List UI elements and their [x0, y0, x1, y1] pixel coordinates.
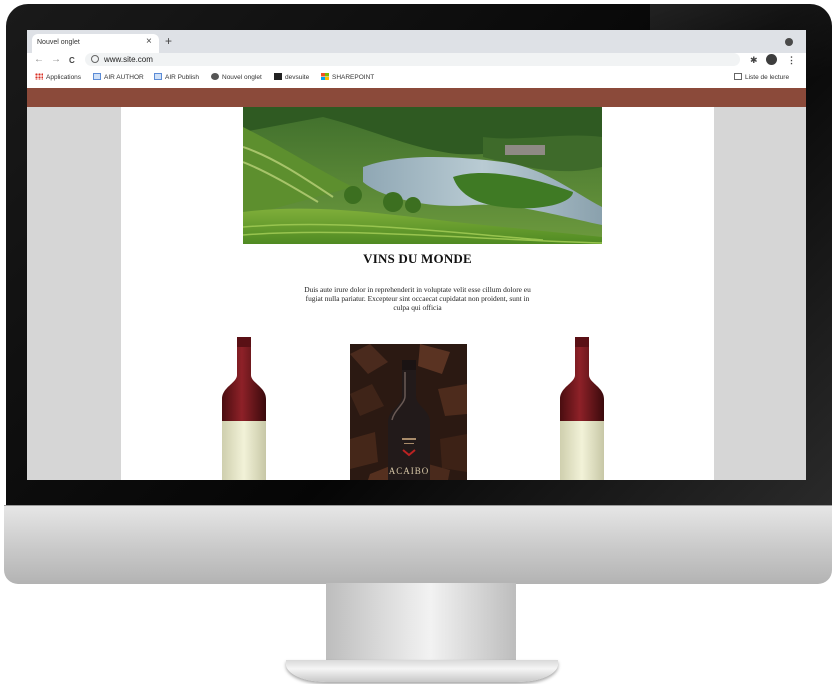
wine-bottle-photo — [350, 344, 467, 480]
reading-list-icon — [734, 73, 742, 80]
vineyard-river-illustration — [243, 107, 602, 244]
monitor-chin — [4, 505, 832, 584]
web-page: VINS DU MONDE Duis aute irure dolor in r… — [27, 88, 806, 480]
browser-tab-bar: Nouvel onglet × + — [27, 30, 806, 53]
apps-icon — [35, 73, 43, 80]
monitor-stand-foot — [286, 660, 558, 682]
header-banner — [27, 88, 806, 107]
globe-icon — [211, 73, 219, 80]
content-column: VINS DU MONDE Duis aute irure dolor in r… — [121, 107, 714, 480]
reading-list-button[interactable]: Liste de lecture — [734, 73, 789, 82]
wine-bottle-center[interactable]: ACAIBO — [350, 344, 467, 480]
air-publish-icon — [154, 73, 162, 80]
bookmark-nouvel-onglet[interactable]: Nouvel onglet — [211, 73, 262, 82]
product-label: ACAIBO — [388, 466, 430, 476]
bookmark-air-author[interactable]: AIR AUTHOR — [93, 73, 144, 82]
bookmark-air-publish[interactable]: AIR Publish — [154, 73, 199, 82]
red-wine-bottle-left[interactable] — [219, 337, 269, 480]
wine-bottle-icon — [222, 337, 266, 480]
profile-avatar[interactable] — [766, 54, 777, 65]
bookmark-devsuite[interactable]: devsuite — [274, 73, 309, 82]
monitor-stand-neck — [326, 583, 516, 665]
bookmarks-bar: Applications AIR AUTHOR AIR Publish Nouv… — [27, 68, 806, 89]
forward-button[interactable]: → — [51, 53, 61, 67]
tab-close-icon[interactable]: × — [146, 36, 152, 48]
window-menu-icon[interactable] — [785, 38, 793, 46]
page-description: Duis aute irure dolor in reprehenderit i… — [304, 285, 531, 312]
wine-bottle-icon — [560, 337, 604, 480]
new-tab-button[interactable]: + — [165, 34, 172, 48]
devsuite-icon — [274, 73, 282, 80]
sharepoint-icon — [321, 73, 329, 80]
site-info-icon[interactable] — [91, 55, 99, 63]
reload-button[interactable]: C — [69, 54, 75, 68]
address-bar[interactable]: www.site.com — [85, 53, 740, 66]
back-button[interactable]: ← — [34, 53, 44, 67]
extensions-puzzle-icon[interactable]: ✱ — [750, 54, 758, 66]
browser-tab[interactable]: Nouvel onglet × — [32, 34, 159, 53]
bookmark-applications[interactable]: Applications — [35, 73, 81, 82]
bookmark-sharepoint[interactable]: SHAREPOINT — [321, 73, 374, 82]
hero-image-vineyard-river — [243, 107, 602, 244]
page-title: VINS DU MONDE — [363, 251, 472, 266]
monitor-screen: Nouvel onglet × + ← → C www.site.com ✱ ⋮… — [27, 30, 806, 480]
browser-menu-icon[interactable]: ⋮ — [787, 54, 796, 66]
browser-toolbar: ← → C www.site.com ✱ ⋮ — [27, 53, 806, 68]
air-author-icon — [93, 73, 101, 80]
red-wine-bottle-right[interactable] — [557, 337, 607, 480]
address-bar-url: www.site.com — [104, 55, 153, 64]
tab-title: Nouvel onglet — [37, 39, 80, 46]
